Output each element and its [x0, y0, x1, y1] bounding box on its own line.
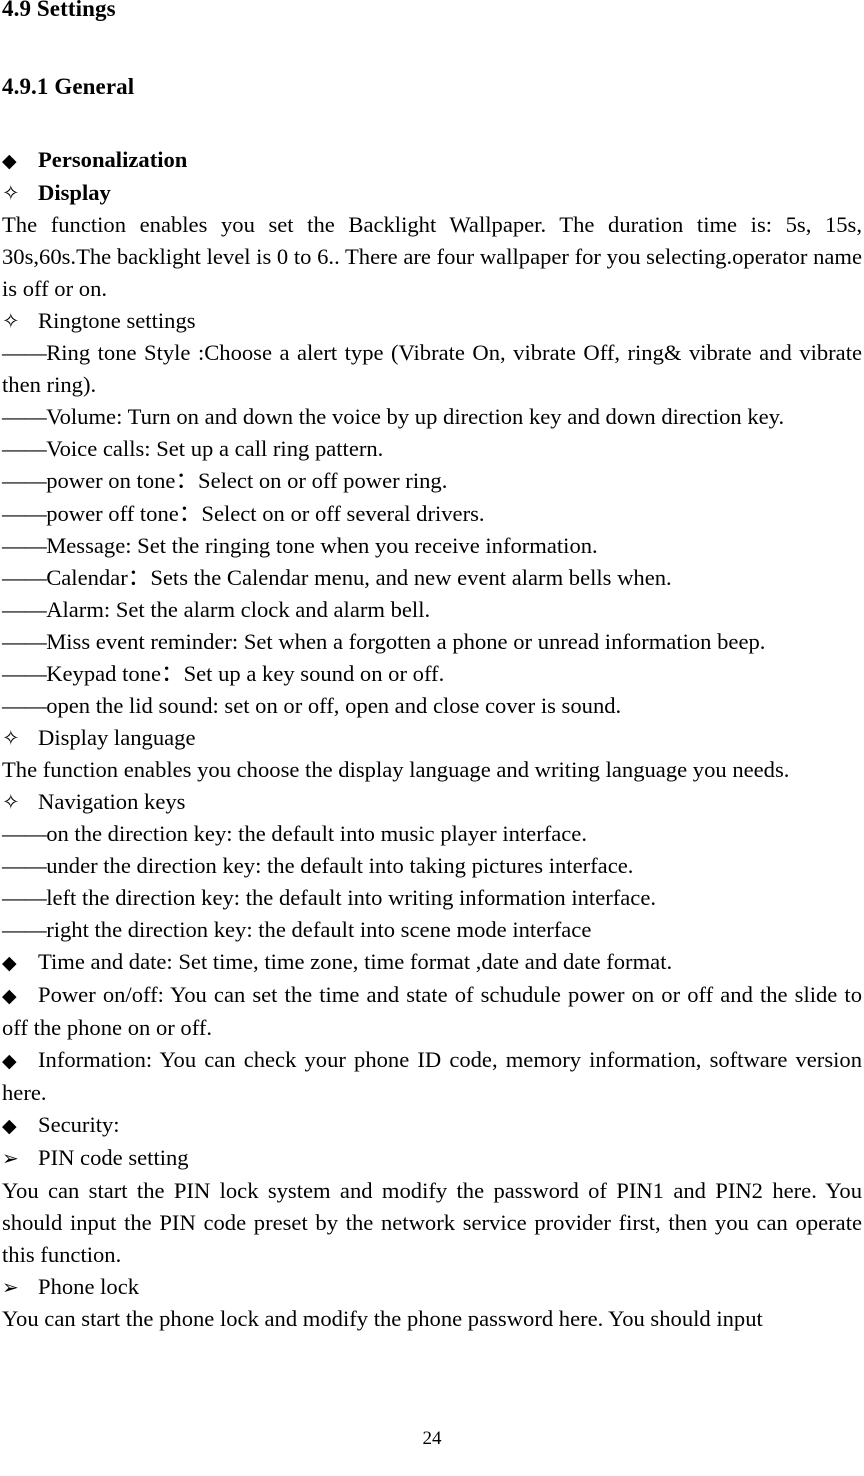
em-dash-marker: —— — [2, 692, 47, 718]
paragraph-display-description: The function enables you set the Backlig… — [2, 212, 862, 302]
list-item-personalization: ◆ Personalization — [2, 144, 862, 177]
diamond-bullet-icon: ◆ — [2, 150, 17, 172]
diamond-bullet-icon: ◆ — [2, 985, 17, 1008]
dash-item-power-off-tone: ——power off tone：Select on or off severa… — [2, 498, 862, 530]
list-item-label: Security: — [38, 1112, 120, 1138]
page-number: 24 — [422, 1428, 442, 1449]
list-item-label: Power on/off: You can set the time and s… — [2, 982, 862, 1041]
diamond-bullet-icon: ◆ — [2, 1050, 17, 1073]
list-item-ringtone-settings: ✧ Ringtone settings — [2, 305, 862, 337]
dash-item-keypad-tone: ——Keypad tone：Set up a key sound on or o… — [2, 658, 862, 690]
dash-item-text: on the direction key: the default into m… — [46, 820, 587, 846]
em-dash-marker: —— — [2, 468, 47, 494]
dash-item-alarm: ——Alarm: Set the alarm clock and alarm b… — [2, 594, 862, 626]
em-dash-marker: —— — [2, 628, 47, 654]
paragraph-display-language-description: The function enables you choose the disp… — [2, 756, 790, 782]
dash-item-text: Calendar：Sets the Calendar menu, and new… — [46, 564, 672, 590]
list-item-information: ◆ Information: You can check your phone I… — [2, 1044, 862, 1109]
dash-item-power-on-tone: ——power on tone：Select on or off power r… — [2, 465, 862, 497]
dash-item-nav-right: ——right the direction key: the default i… — [2, 914, 862, 946]
dash-item-text: under the direction key: the default int… — [46, 853, 634, 879]
section-heading-general: 4.9.1 General — [2, 74, 135, 99]
list-item-display: ✧ Display — [2, 177, 862, 209]
list-item-label: Display language — [38, 724, 196, 750]
dash-item-ring-tone-style: ——Ring tone Style :Choose a alert type (… — [2, 337, 862, 401]
em-dash-marker: —— — [2, 820, 47, 846]
dash-item-text: power off tone：Select on or off several … — [46, 500, 485, 526]
diamond-bullet-icon: ◆ — [2, 952, 17, 975]
dash-item-text: Ring tone Style :Choose a alert type (Vi… — [2, 340, 862, 398]
list-item-pin-code-setting: ➢ PIN code setting — [2, 1142, 862, 1174]
dash-item-text: Alarm: Set the alarm clock and alarm bel… — [46, 596, 431, 622]
dash-item-text: Voice calls: Set up a call ring pattern. — [46, 436, 384, 462]
list-item-label: Information: You can check your phone ID… — [2, 1047, 862, 1106]
spacer-after-title — [2, 26, 862, 74]
dash-item-miss-event-reminder: ——Miss event reminder: Set when a forgot… — [2, 626, 862, 658]
dash-item-text: Miss event reminder: Set when a forgotte… — [46, 628, 766, 654]
list-item-label: Display — [38, 180, 111, 206]
diamond-bullet-icon: ◆ — [2, 1115, 17, 1138]
list-item-label: Personalization — [38, 147, 188, 172]
dash-item-text: power on tone：Select on or off power rin… — [46, 468, 448, 494]
star-bullet-icon: ✧ — [2, 309, 20, 334]
list-item-label: Ringtone settings — [38, 308, 196, 334]
list-item-time-and-date: ◆ Time and date: Set time, time zone, tim… — [2, 946, 862, 979]
em-dash-marker: —— — [2, 404, 47, 430]
em-dash-marker: —— — [2, 436, 47, 462]
list-item-label: Phone lock — [38, 1273, 140, 1299]
star-bullet-icon: ✧ — [2, 725, 20, 750]
page-title: 4.9 Settings — [2, 0, 116, 21]
dash-item-calendar: ——Calendar：Sets the Calendar menu, and n… — [2, 562, 862, 594]
em-dash-marker: —— — [2, 853, 47, 879]
dash-item-text: Keypad tone：Set up a key sound on or off… — [46, 660, 445, 686]
list-item-label: Navigation keys — [38, 788, 186, 814]
paragraph-pin-code-description: You can start the PIN lock system and mo… — [2, 1177, 862, 1267]
em-dash-marker: —— — [2, 340, 47, 366]
dash-item-nav-up: ——on the direction key: the default into… — [2, 818, 862, 850]
list-item-label: PIN code setting — [38, 1145, 189, 1171]
dash-item-text: left the direction key: the default into… — [46, 885, 657, 911]
dash-item-nav-left: ——left the direction key: the default in… — [2, 882, 862, 914]
em-dash-marker: —— — [2, 500, 47, 526]
list-item-power-on-off: ◆ Power on/off: You can set the time and … — [2, 979, 862, 1044]
list-item-display-language: ✧ Display language — [2, 722, 862, 754]
em-dash-marker: —— — [2, 917, 47, 943]
list-item-label: Time and date: Set time, time zone, time… — [38, 949, 673, 975]
dash-item-voice-calls: ——Voice calls: Set up a call ring patter… — [2, 433, 862, 465]
em-dash-marker: —— — [2, 885, 47, 911]
list-item-navigation-keys: ✧ Navigation keys — [2, 786, 862, 818]
dash-item-text: right the direction key: the default int… — [46, 917, 592, 943]
em-dash-marker: —— — [2, 596, 47, 622]
spacer-after-section-heading — [2, 100, 862, 144]
dash-item-volume: ——Volume: Turn on and down the voice by … — [2, 401, 862, 433]
dash-item-open-lid-sound: ——open the lid sound: set on or off, ope… — [2, 690, 862, 722]
em-dash-marker: —— — [2, 564, 47, 590]
star-bullet-icon: ✧ — [2, 789, 20, 814]
dash-item-text: open the lid sound: set on or off, open … — [46, 692, 622, 718]
document-page: 4.9 Settings 4.9.1 General ◆ Personalizat… — [0, 0, 864, 1476]
paragraph-phone-lock-description: You can start the phone lock and modify … — [2, 1305, 763, 1331]
star-bullet-icon: ✧ — [2, 181, 20, 206]
em-dash-marker: —— — [2, 532, 47, 558]
arrow-bullet-icon: ➢ — [2, 1274, 19, 1299]
dash-item-message: ——Message: Set the ringing tone when you… — [2, 530, 862, 562]
list-item-phone-lock: ➢ Phone lock — [2, 1271, 862, 1303]
dash-item-nav-down: ——under the direction key: the default i… — [2, 850, 862, 882]
dash-item-text: Message: Set the ringing tone when you r… — [46, 532, 598, 558]
document-body: ◆ Personalization ✧ Display The function e… — [2, 144, 862, 1335]
dash-item-text: Volume: Turn on and down the voice by up… — [46, 404, 785, 430]
list-item-security: ◆ Security: — [2, 1109, 862, 1142]
arrow-bullet-icon: ➢ — [2, 1146, 19, 1171]
em-dash-marker: —— — [2, 660, 47, 686]
